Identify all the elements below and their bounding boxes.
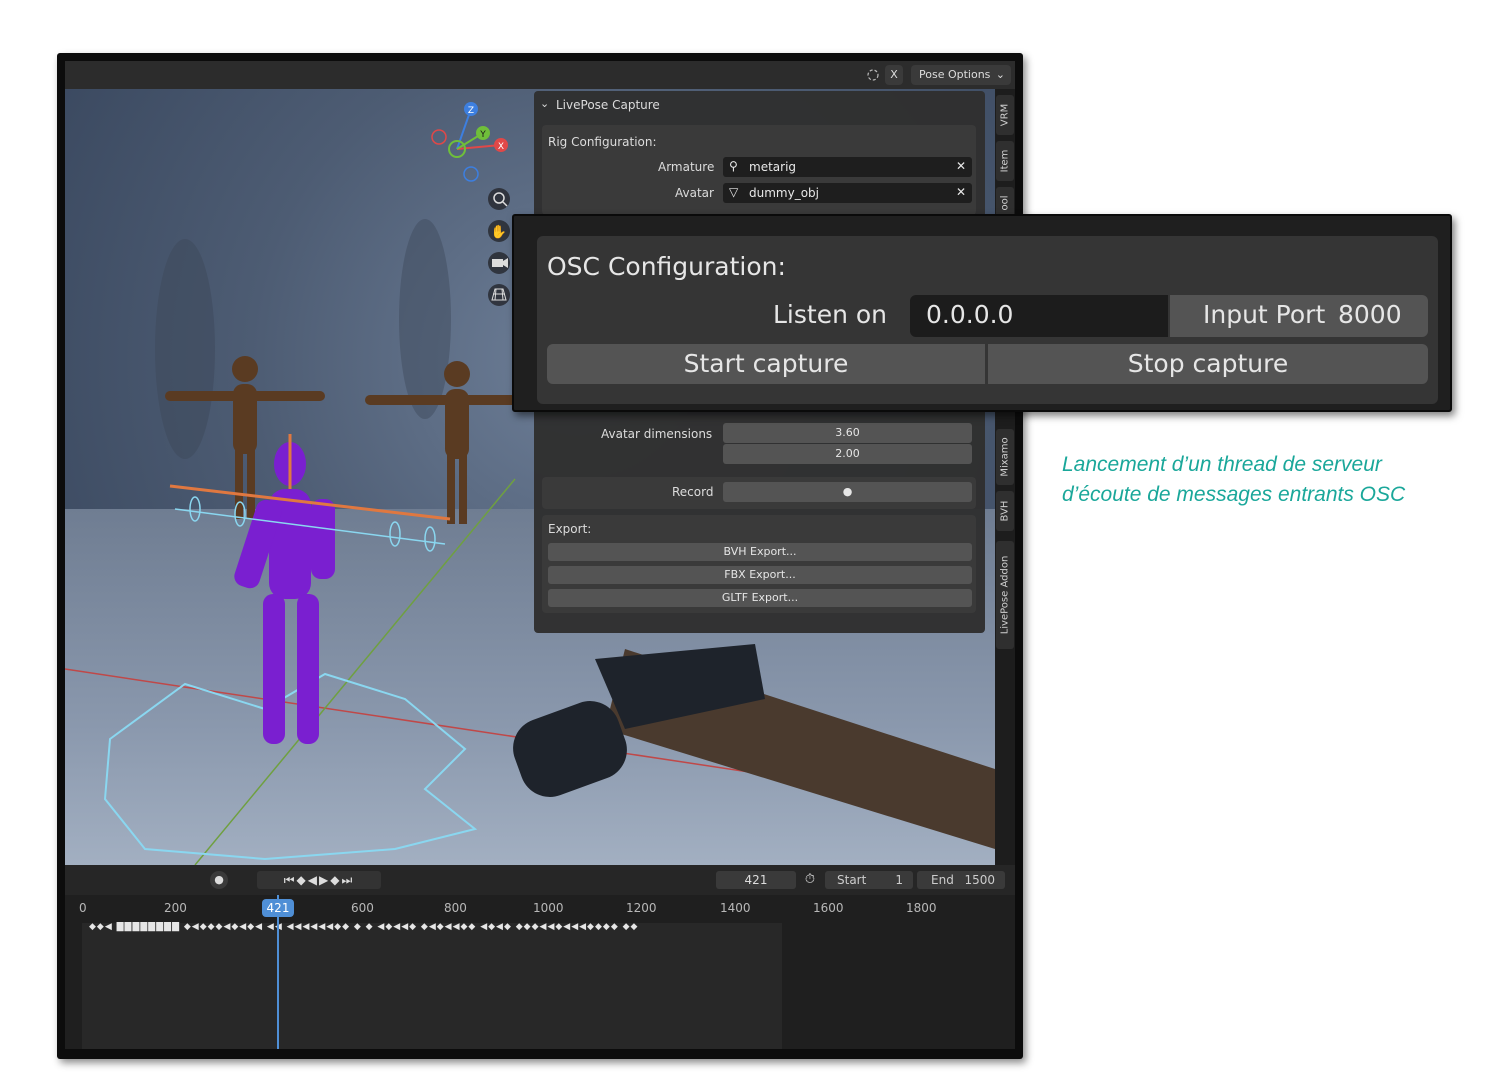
timeline-header: ● ⏮◆◀▶◆⏭ 421 ⏱ Start 1 End 1500 [65, 865, 1015, 895]
tab-bvh[interactable]: BVH [996, 491, 1014, 531]
tab-vrm[interactable]: VRM [996, 95, 1014, 135]
playhead-line[interactable] [277, 895, 279, 1049]
gltf-export-button[interactable]: GLTF Export... [548, 589, 972, 607]
rig-configuration-heading: Rig Configuration: [548, 135, 657, 149]
playhead-frame-label[interactable]: 421 [262, 899, 294, 917]
mannequin-right [365, 361, 525, 524]
ruler-label: 1800 [906, 901, 937, 915]
avatar-label: Avatar [675, 186, 714, 200]
avatar-dimension-value[interactable]: 3.60 [723, 423, 972, 443]
avatar-dimensions-label: Avatar dimensions [601, 427, 713, 441]
ruler-label: 1400 [720, 901, 751, 915]
gizmo-z-label: Z [468, 106, 474, 116]
camera-icon[interactable] [488, 252, 510, 274]
close-button[interactable]: X [885, 65, 903, 85]
armature-label: Armature [658, 160, 715, 174]
jump-end-icon[interactable]: ⏭ [341, 873, 354, 887]
fbx-export-button[interactable]: FBX Export... [548, 566, 972, 584]
prev-keyframe-icon[interactable]: ◆ [297, 873, 308, 887]
hammer [513, 644, 995, 849]
osc-configuration-box: OSC Configuration: Listen on 0.0.0.0 Inp… [537, 236, 1438, 404]
stop-capture-button[interactable]: Stop capture [988, 344, 1428, 384]
end-label: End [931, 873, 954, 887]
end-frame-field[interactable]: End 1500 [917, 871, 1005, 889]
current-frame-field[interactable]: 421 [716, 871, 796, 889]
osc-heading: OSC Configuration: [547, 252, 786, 281]
timeline-ruler[interactable]: 0 200 600 800 1000 1200 1400 1600 1800 ◆… [65, 895, 1015, 1049]
chevron-down-icon: ⌄ [995, 68, 1005, 81]
armature-icon: ⚲ [729, 159, 738, 173]
play-icon[interactable]: ▶ [319, 873, 330, 887]
osc-configuration-popup: OSC Configuration: Listen on 0.0.0.0 Inp… [512, 214, 1452, 412]
ruler-label: 600 [351, 901, 374, 915]
input-port-label: Input Port [1203, 300, 1326, 329]
ruler-label: 200 [164, 901, 187, 915]
tab-livepose-addon[interactable]: LivePose Addon [996, 541, 1014, 649]
gizmo-x-label: X [498, 142, 504, 152]
mesh-icon: ▽ [729, 185, 739, 199]
avatar-field[interactable]: ▽ dummy_obj ✕ [723, 183, 972, 203]
sidebar-tabs: VRM Item ool Mixamo BVH LivePose Addon [995, 89, 1015, 865]
chevron-down-icon[interactable]: ⌄ [540, 97, 549, 110]
wall-shadow [155, 239, 215, 459]
record-label: Record [672, 485, 714, 499]
listen-on-field[interactable]: 0.0.0.0 [910, 295, 1168, 337]
tab-mixamo[interactable]: Mixamo [996, 429, 1014, 485]
keyframe-markers: ◆◆◀ ████████ ◆◀◆◆◆◀◆◀◆◀ ◀◀ ◀◀◀◀◀◀◆◆ ◆ ◆ … [89, 922, 639, 932]
panel-title: LivePose Capture [556, 98, 660, 112]
playback-controls[interactable]: ⏮◆◀▶◆⏭ [257, 871, 381, 889]
listen-on-value: 0.0.0.0 [926, 300, 1014, 329]
ruler-label: 1200 [626, 901, 657, 915]
bvh-export-button[interactable]: BVH Export... [548, 543, 972, 561]
record-dot-icon: ● [842, 485, 853, 498]
ruler-label: 0 [79, 901, 87, 915]
end-value: 1500 [964, 873, 995, 887]
armature-field[interactable]: ⚲ metarig ✕ [723, 157, 972, 177]
viewport-header: X Pose Options ⌄ [65, 61, 1015, 89]
caption-line: Lancement d’un thread de serveur [1062, 453, 1382, 476]
clear-armature-icon[interactable]: ✕ [956, 159, 966, 173]
ruler-label: 1600 [813, 901, 844, 915]
pose-options-dropdown[interactable]: Pose Options ⌄ [911, 65, 1011, 85]
start-value: 1 [895, 873, 903, 887]
timeline-editor: ● ⏮◆◀▶◆⏭ 421 ⏱ Start 1 End 1500 0 200 60… [65, 865, 1015, 1049]
caption-line: d’écoute de messages entrants OSC [1062, 483, 1406, 506]
export-heading: Export: [548, 522, 592, 536]
caption-text: Lancement d’un thread de serveur d’écout… [1062, 450, 1492, 510]
grid-icon[interactable] [488, 284, 510, 306]
tab-item[interactable]: Item [996, 141, 1014, 181]
input-port-value: 8000 [1338, 300, 1402, 329]
play-reverse-icon[interactable]: ◀ [308, 873, 319, 887]
start-frame-field[interactable]: Start 1 [825, 871, 913, 889]
armature-value: metarig [749, 160, 797, 174]
gizmo-toggle-icon[interactable] [865, 67, 881, 83]
gizmo-y-label: Y [479, 130, 486, 140]
root-control-shape [103, 672, 478, 861]
ruler-label: 1000 [533, 901, 564, 915]
y-axis-line [194, 478, 516, 865]
orientation-gizmo[interactable]: Z Y X [431, 102, 508, 182]
blender-window: X Pose Options ⌄ Z Y X ✋ VRM Item ool Mi… [57, 53, 1023, 1059]
jump-start-icon[interactable]: ⏮ [284, 873, 297, 887]
stopwatch-icon[interactable]: ⏱ [800, 871, 820, 889]
next-keyframe-icon[interactable]: ◆ [330, 873, 341, 887]
start-capture-button[interactable]: Start capture [547, 344, 985, 384]
svg-text:✋: ✋ [491, 224, 507, 240]
ruler-label: 800 [444, 901, 467, 915]
avatar-value: dummy_obj [749, 186, 819, 200]
start-label: Start [837, 873, 867, 887]
hand-icon[interactable]: ✋ [488, 220, 510, 242]
wall-shadow [399, 219, 451, 419]
pose-options-label: Pose Options [919, 68, 991, 81]
clear-avatar-icon[interactable]: ✕ [956, 185, 966, 199]
zoom-icon[interactable] [488, 188, 510, 210]
input-port-field[interactable]: Input Port 8000 [1170, 295, 1428, 337]
avatar-dimension-value[interactable]: 2.00 [723, 444, 972, 464]
listen-on-label: Listen on [773, 300, 888, 329]
keyframe-area[interactable] [82, 923, 782, 1049]
record-toggle-button[interactable]: ● [210, 871, 228, 889]
record-button[interactable]: ● [723, 482, 972, 502]
